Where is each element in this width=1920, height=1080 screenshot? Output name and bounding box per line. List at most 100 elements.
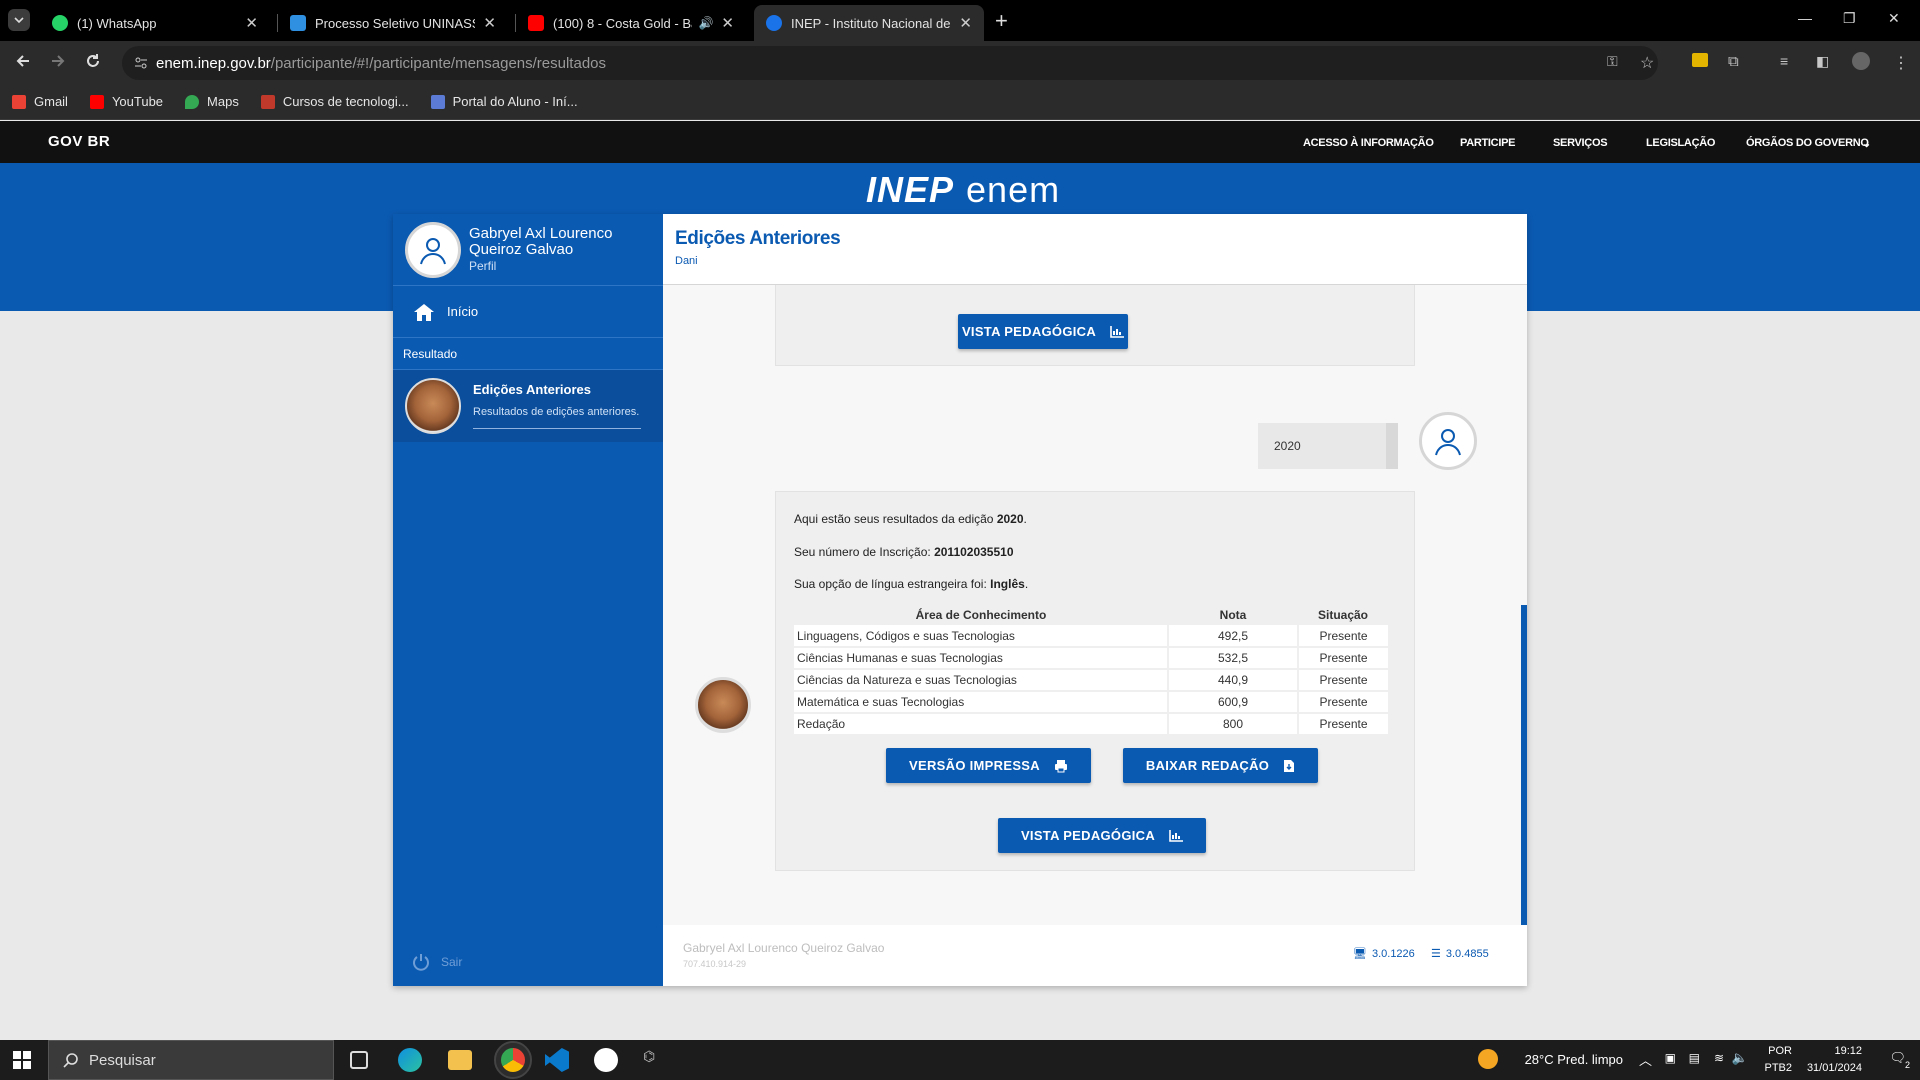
tab-title: Processo Seletivo UNINASSAU [315, 15, 475, 31]
restore-icon[interactable]: ❐ [1843, 10, 1856, 27]
tab-search-button[interactable] [8, 9, 30, 31]
sidebar: Gabryel Axl Lourenco Queiroz Galvao Perf… [393, 214, 663, 986]
edge-icon[interactable] [398, 1048, 422, 1072]
menu-kebab-icon[interactable]: ⋮ [1893, 53, 1909, 73]
close-window-icon[interactable]: ✕ [1888, 10, 1900, 27]
chat-area[interactable]: VISTA PEDAGÓGICA 2020 Aqui estão seus re… [663, 285, 1527, 925]
task-view-icon[interactable] [350, 1051, 368, 1069]
situacao-cell: Presente [1297, 691, 1388, 714]
column-header: Situação [1317, 608, 1368, 622]
chevron-down-icon [14, 15, 24, 25]
file-download-icon [1283, 759, 1295, 773]
close-tab-icon[interactable]: ✕ [483, 14, 496, 32]
url-path: /participante/#!/participante/mensagens/… [270, 54, 606, 72]
bookmark-portal-aluno[interactable]: Portal do Aluno - Iní... [430, 94, 578, 109]
side-panel-icon[interactable]: ◧ [1816, 53, 1829, 70]
gov-link-acesso-informacao[interactable]: ACESSO À INFORMAÇÃO [1303, 137, 1434, 149]
text: Seu número de Inscrição: [794, 545, 935, 559]
volume-icon[interactable]: 🔈 [1732, 1050, 1748, 1066]
result-card: Aqui estão seus resultados da edição 202… [775, 491, 1415, 871]
enem-logo-text: enem [966, 169, 1061, 210]
close-tab-icon[interactable]: ✕ [721, 14, 734, 32]
bookmark-star-icon[interactable]: ☆ [1640, 53, 1654, 73]
app-footer: Gabryel Axl Lourenco Queiroz Galvao 707.… [663, 925, 1527, 986]
bar-chart-icon [1110, 325, 1125, 338]
gov-link-servicos[interactable]: SERVIÇOS [1553, 137, 1608, 149]
print-icon [1054, 759, 1068, 773]
bookmark-label: Portal do Aluno - Iní... [452, 94, 578, 109]
bookmark-youtube[interactable]: YouTube [89, 94, 163, 109]
browser-tab-youtube[interactable]: (100) 8 - Costa Gold - Back 🔊 ✕ [516, 5, 746, 41]
area-cell: Matemática e suas Tecnologias [794, 691, 1168, 714]
taskbar-search-input[interactable]: Pesquisar [48, 1040, 334, 1080]
reload-icon[interactable] [84, 52, 102, 70]
chevron-up-icon[interactable]: ︿ [1639, 1050, 1652, 1069]
chevron-down-icon[interactable]: ⌄ [1862, 137, 1871, 150]
nota-cell: 532,5 [1167, 647, 1298, 670]
file-explorer-icon[interactable] [448, 1050, 472, 1070]
close-tab-icon[interactable]: ✕ [959, 14, 972, 32]
browser-tab-whatsapp[interactable]: (1) WhatsApp ✕ [40, 5, 270, 41]
profile-avatar-icon[interactable] [1852, 52, 1870, 70]
close-tab-icon[interactable]: ✕ [245, 14, 258, 32]
gov-link-participe[interactable]: PARTICIPE [1460, 137, 1515, 149]
nota-cell: 440,9 [1167, 669, 1298, 692]
sidebar-item-inicio[interactable]: Início [393, 286, 663, 338]
back-icon[interactable] [14, 52, 32, 70]
vista-pedagogica-button[interactable]: VISTA PEDAGÓGICA [998, 818, 1206, 853]
previous-vista-pedagogica-button[interactable]: VISTA PEDAGÓGICA [958, 314, 1128, 349]
chrome-icon[interactable] [494, 1041, 532, 1079]
browser-tab-inep[interactable]: INEP - Instituto Nacional de Est ✕ [754, 5, 984, 41]
new-tab-button[interactable]: + [995, 8, 1008, 34]
clock-date[interactable]: 31/01/2024 [1807, 1062, 1862, 1074]
logout-button[interactable]: Sair [411, 952, 462, 972]
gov-link-legislacao[interactable]: LEGISLAÇÃO [1646, 137, 1715, 149]
situacao-cell: Presente [1297, 647, 1388, 670]
profile-link[interactable]: Perfil [469, 259, 496, 273]
table-row: Redação 800 Presente [794, 713, 1388, 736]
bookmark-gmail[interactable]: Gmail [12, 94, 68, 109]
language-indicator[interactable]: POR [1768, 1045, 1792, 1057]
footer-user-name: Gabryel Axl Lourenco Queiroz Galvao [683, 941, 885, 955]
profile-block[interactable]: Gabryel Axl Lourenco Queiroz Galvao Perf… [393, 214, 663, 286]
password-key-icon[interactable]: ⚿ [1607, 53, 1618, 70]
sidebar-item-edicoes-anteriores[interactable]: Edições Anteriores Resultados de edições… [393, 370, 663, 442]
baixar-redacao-button[interactable]: BAIXAR REDAÇÃO [1123, 748, 1318, 783]
app-window: Gabryel Axl Lourenco Queiroz Galvao Perf… [393, 214, 1527, 986]
media-control-icon[interactable]: ≡ [1780, 53, 1788, 69]
site-info-icon[interactable] [134, 56, 148, 70]
forward-icon[interactable] [49, 52, 67, 70]
app-icon[interactable]: ⌬ [643, 1048, 667, 1072]
github-icon[interactable] [594, 1048, 618, 1072]
page-subtitle: Dani [675, 255, 698, 267]
address-bar[interactable]: enem.inep.gov.br/participante/#!/partici… [122, 46, 1658, 80]
extension-icon[interactable] [1692, 53, 1708, 67]
scrollbar[interactable] [1521, 605, 1527, 925]
browser-tab-uninassau[interactable]: Processo Seletivo UNINASSAU ✕ [278, 5, 508, 41]
monitor-icon: 🖥 [1353, 948, 1367, 960]
bookmark-cursos[interactable]: Cursos de tecnologi... [260, 94, 409, 109]
sidebar-item-label: Início [447, 304, 479, 319]
govbr-logo[interactable]: GOV BR [48, 133, 110, 150]
bookmark-maps[interactable]: Maps [185, 94, 239, 109]
versao-impressa-button[interactable]: VERSÃO IMPRESSA [886, 748, 1091, 783]
result-inscricao: Seu número de Inscrição: 201102035510 [794, 545, 1014, 559]
weather-text[interactable]: 28°C Pred. limpo [1525, 1052, 1623, 1067]
nota-cell: 800 [1167, 713, 1298, 736]
clock-time[interactable]: 19:12 [1834, 1045, 1862, 1057]
tray-app-icon[interactable]: ▤ [1689, 1051, 1700, 1065]
table-row: Linguagens, Códigos e suas Tecnologias 49… [794, 625, 1388, 648]
gov-link-orgaos-governo[interactable]: ÓRGÃOS DO GOVERNO [1746, 137, 1869, 149]
wifi-icon[interactable]: ≋ [1714, 1051, 1724, 1065]
extensions-puzzle-icon[interactable]: ⧉ [1728, 53, 1739, 70]
vscode-icon[interactable] [545, 1048, 569, 1072]
keyboard-layout[interactable]: PTB2 [1764, 1062, 1792, 1074]
notification-count: 2 [1904, 1060, 1910, 1070]
windows-start-icon[interactable] [13, 1051, 31, 1069]
table-row: Ciências da Natureza e suas Tecnologias 4… [794, 669, 1388, 692]
lingua-value: Inglês [990, 577, 1025, 591]
speaker-icon[interactable]: 🔊 [698, 16, 713, 30]
minimize-icon[interactable]: — [1798, 10, 1812, 26]
tray-app-icon[interactable]: ▣ [1665, 1051, 1676, 1065]
notification-icon[interactable]: 🗨 [1889, 1050, 1906, 1066]
